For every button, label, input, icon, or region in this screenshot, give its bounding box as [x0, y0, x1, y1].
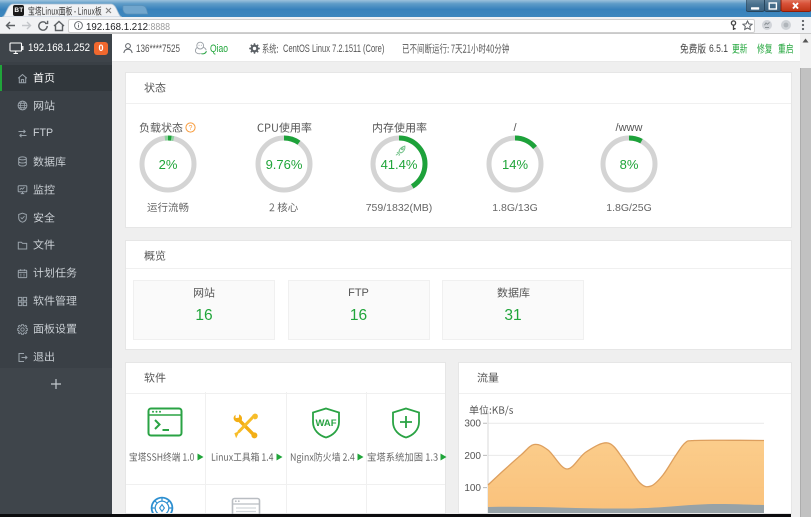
svg-text:WAF: WAF	[315, 418, 336, 429]
svg-text:?: ?	[189, 125, 193, 132]
